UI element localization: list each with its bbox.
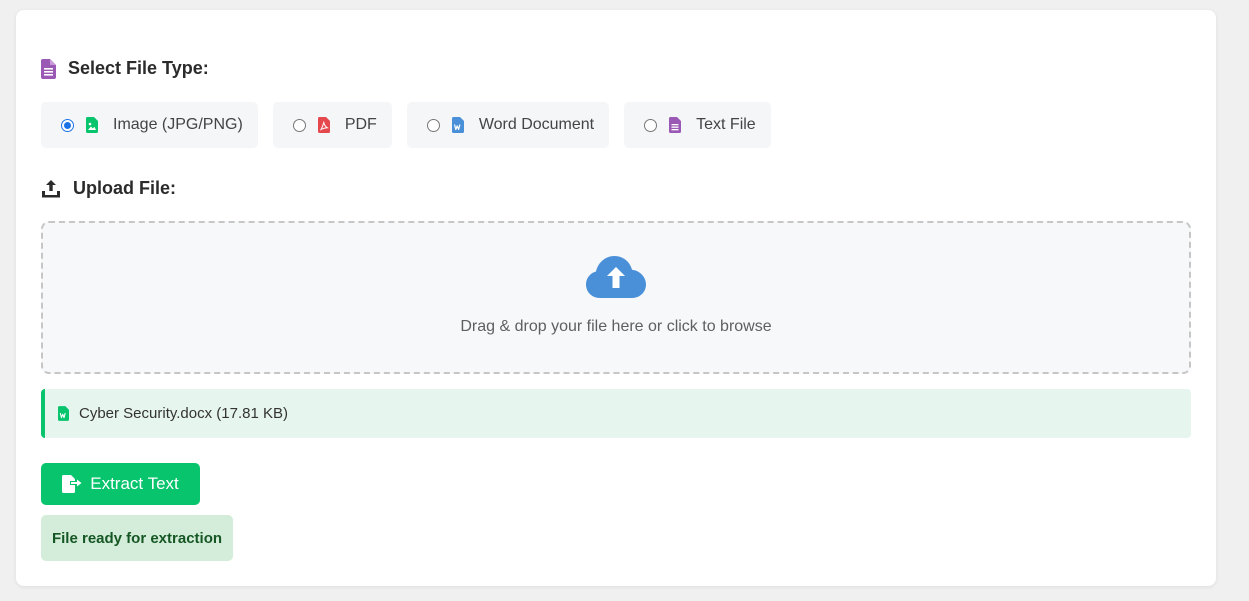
file-type-option-pdf[interactable]: PDF bbox=[272, 102, 392, 148]
file-type-label: PDF bbox=[344, 116, 377, 133]
file-export-icon bbox=[62, 475, 82, 493]
file-type-heading: Select File Type: bbox=[41, 58, 209, 79]
radio-pdf[interactable] bbox=[292, 118, 306, 132]
file-type-option-text[interactable]: Text File bbox=[624, 102, 771, 148]
file-type-label: Image (JPG/PNG) bbox=[113, 116, 243, 133]
file-lines-icon bbox=[41, 58, 56, 79]
radio-image[interactable] bbox=[61, 118, 74, 132]
upload-title: Upload File: bbox=[73, 178, 176, 198]
file-type-options: Image (JPG/PNG) PDF Word Document Text F… bbox=[41, 102, 771, 148]
file-type-label: Word Document bbox=[478, 116, 595, 133]
selected-file-name: Cyber Security.docx (17.81 KB) bbox=[79, 405, 288, 422]
radio-text[interactable] bbox=[644, 118, 658, 132]
status-message: File ready for extraction bbox=[41, 515, 233, 561]
cloud-upload-icon bbox=[585, 255, 647, 304]
file-type-option-image[interactable]: Image (JPG/PNG) bbox=[41, 102, 258, 148]
upload-heading: Upload File: bbox=[41, 178, 176, 199]
word-file-icon bbox=[58, 406, 69, 421]
extractor-card: Select File Type: Image (JPG/PNG) PDF Wo… bbox=[16, 10, 1216, 586]
word-file-icon bbox=[451, 117, 464, 133]
file-type-option-word[interactable]: Word Document bbox=[406, 102, 610, 148]
pdf-file-icon bbox=[317, 117, 330, 133]
file-dropzone[interactable]: Drag & drop your file here or click to b… bbox=[41, 221, 1191, 374]
extract-text-label: Extract Text bbox=[90, 474, 179, 493]
radio-word[interactable] bbox=[426, 118, 440, 132]
file-type-label: Text File bbox=[696, 116, 756, 133]
file-type-title: Select File Type: bbox=[68, 58, 209, 78]
upload-icon bbox=[41, 179, 61, 199]
text-file-icon bbox=[669, 117, 682, 133]
selected-file-info: Cyber Security.docx (17.81 KB) bbox=[41, 389, 1191, 438]
dropzone-hint: Drag & drop your file here or click to b… bbox=[460, 318, 772, 335]
image-file-icon bbox=[86, 117, 98, 133]
extract-text-button[interactable]: Extract Text bbox=[41, 463, 200, 505]
